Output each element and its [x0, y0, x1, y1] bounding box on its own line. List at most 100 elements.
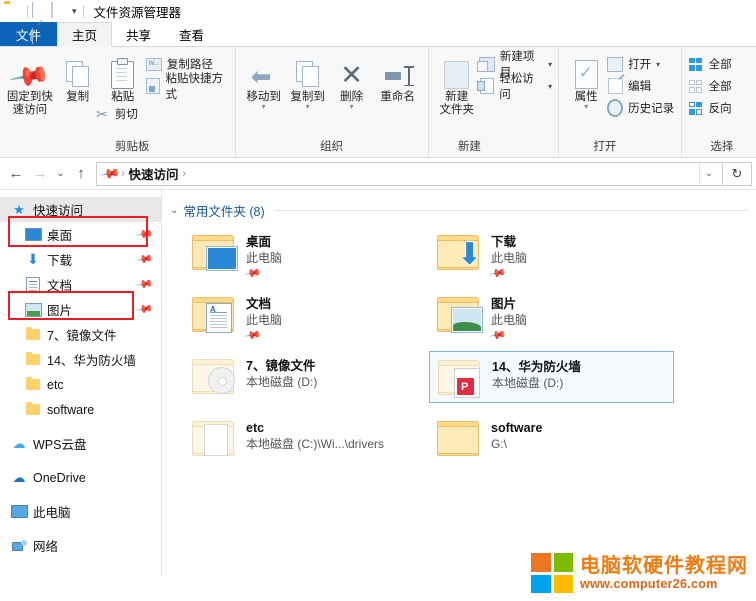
- easy-access-caret-icon[interactable]: ▾: [548, 82, 552, 91]
- edit-icon: [607, 78, 623, 94]
- sidebar-item-this-pc[interactable]: 此电脑: [0, 499, 161, 524]
- sidebar-item-documents[interactable]: 文档 📌: [0, 272, 161, 297]
- rename-icon: [384, 55, 413, 89]
- paste-button[interactable]: 粘贴: [102, 51, 144, 104]
- properties-icon[interactable]: ✓: [32, 2, 48, 44]
- easy-access-button[interactable]: 轻松访问 ▾: [476, 73, 552, 101]
- copy-to-button[interactable]: 复制到 ▾: [286, 51, 330, 111]
- chevron-down-icon[interactable]: ⌄: [170, 205, 178, 216]
- ribbon: 📌 固定到快 速访问 复制 粘贴 W... 复制路径 粘贴快捷方式 ✂ 剪切 剪…: [0, 47, 756, 158]
- rename-button[interactable]: 重命名: [374, 51, 422, 104]
- folder-pdf-icon: [436, 356, 484, 400]
- folder-icon: [435, 417, 483, 461]
- tile-documents[interactable]: 文档 此电脑 📌: [184, 289, 429, 345]
- tile-mirror-files[interactable]: 7、镜像文件 本地磁盘 (D:): [184, 351, 429, 403]
- sidebar-item-software[interactable]: software: [0, 397, 161, 422]
- forward-button[interactable]: →: [28, 162, 52, 186]
- new-item-caret-icon[interactable]: ▾: [548, 60, 552, 69]
- qat-divider-2: [82, 4, 84, 18]
- tile-downloads[interactable]: ⬇ 下载 此电脑 📌: [429, 227, 674, 283]
- open-small-buttons: 打开 ▾ 编辑 历史记录: [607, 51, 674, 117]
- copy-path-icon: W...: [145, 56, 162, 72]
- tile-desktop[interactable]: 桌面 此电脑 📌: [184, 227, 429, 283]
- ribbon-group-open: 属性 ▾ 打开 ▾ 编辑 历史记录: [558, 47, 681, 157]
- sidebar-item-huawei-firewall[interactable]: 14、华为防火墙: [0, 347, 161, 372]
- tile-software[interactable]: software G:\: [429, 413, 674, 465]
- sidebar-item-etc[interactable]: etc: [0, 372, 161, 397]
- sidebar-item-pictures[interactable]: 图片 📌: [0, 297, 161, 322]
- history-button[interactable]: 历史记录: [607, 99, 674, 117]
- back-button[interactable]: ←: [4, 162, 28, 186]
- invert-selection-icon: [688, 100, 704, 116]
- move-to-caret-icon[interactable]: ▾: [262, 103, 266, 111]
- open-button[interactable]: 打开 ▾: [607, 55, 674, 73]
- pin-icon[interactable]: 📌: [136, 275, 155, 294]
- copy-button[interactable]: 复制: [54, 51, 102, 104]
- move-to-button[interactable]: ⬅ 移动到 ▾: [242, 51, 286, 111]
- navigation-pane: ★ 快速访问 桌面 📌 ⬇ 下载 📌 文档 📌 图片 📌 7、镜像文件 14、华…: [0, 190, 162, 576]
- up-button[interactable]: ↑: [69, 162, 93, 186]
- refresh-button[interactable]: ↻: [723, 161, 752, 186]
- watermark: 电脑软硬件教程网 www.computer26.com: [531, 553, 748, 593]
- open-label: 打开: [628, 59, 652, 71]
- select-all-button[interactable]: 全部: [688, 55, 732, 73]
- sidebar-item-onedrive[interactable]: ☁ OneDrive: [0, 465, 161, 490]
- sidebar-item-desktop[interactable]: 桌面 📌: [0, 222, 161, 247]
- tab-home[interactable]: 主页: [57, 22, 113, 47]
- folder-documents-icon: [190, 293, 238, 337]
- edit-label: 编辑: [628, 81, 652, 93]
- title-bar: ✓ ▾ 文件资源管理器: [0, 0, 756, 44]
- tile-name: software: [491, 421, 543, 435]
- sidebar-item-label: 此电脑: [33, 506, 71, 520]
- breadcrumb-sep-1[interactable]: ›: [182, 168, 187, 179]
- pin-icon[interactable]: 📌: [136, 225, 155, 244]
- invert-selection-button[interactable]: 反向: [688, 99, 732, 117]
- tile-pictures[interactable]: 图片 此电脑 📌: [429, 289, 674, 345]
- sidebar-item-downloads[interactable]: ⬇ 下载 📌: [0, 247, 161, 272]
- paste-shortcut-button[interactable]: 粘贴快捷方式: [146, 73, 229, 101]
- sidebar-item-label: software: [47, 402, 95, 417]
- pin-to-quick-access-button[interactable]: 📌 固定到快 速访问: [6, 51, 54, 117]
- explorer-icon[interactable]: [4, 3, 20, 19]
- sidebar-item-mirror-files[interactable]: 7、镜像文件: [0, 322, 161, 347]
- sidebar-item-label: 7、镜像文件: [47, 329, 117, 343]
- delete-caret-icon[interactable]: ▾: [350, 103, 354, 111]
- address-field[interactable]: 📌 › 快速访问 › ⌄: [96, 161, 723, 186]
- paste-icon: [111, 55, 135, 89]
- tile-name: 桌面: [246, 235, 272, 249]
- recent-locations-button[interactable]: ⌄: [52, 162, 69, 186]
- tile-name: 7、镜像文件: [246, 359, 316, 373]
- new-group-label: 新建: [457, 141, 481, 153]
- move-to-icon: ⬅: [250, 63, 272, 91]
- copy-to-caret-icon[interactable]: ▾: [306, 103, 310, 111]
- main-area: ★ 快速访问 桌面 📌 ⬇ 下载 📌 文档 📌 图片 📌 7、镜像文件 14、华…: [0, 190, 756, 576]
- sidebar-item-quick-access[interactable]: ★ 快速访问: [0, 197, 161, 222]
- tab-share[interactable]: 共享: [112, 22, 165, 46]
- edit-button[interactable]: 编辑: [607, 77, 674, 95]
- customize-qat-caret-icon[interactable]: ▾: [72, 6, 77, 17]
- sidebar-item-wps-cloud[interactable]: ☁ WPS云盘: [0, 431, 161, 456]
- new-folder-label-2: 文件夹: [439, 104, 475, 116]
- sidebar-item-network[interactable]: 网络: [0, 533, 161, 558]
- address-dropdown-icon[interactable]: ⌄: [699, 163, 718, 184]
- new-folder-icon[interactable]: [51, 2, 67, 19]
- group-header-frequent-folders[interactable]: ⌄ 常用文件夹 (8): [162, 199, 756, 221]
- tab-view[interactable]: 查看: [165, 22, 218, 46]
- cut-button[interactable]: ✂ 剪切: [94, 105, 229, 123]
- delete-button[interactable]: ✕ 删除 ▾: [330, 51, 374, 111]
- new-folder-button[interactable]: 新建 文件夹: [435, 51, 479, 117]
- tile-etc[interactable]: etc 本地磁盘 (C:)\Wi...\drivers: [184, 413, 429, 465]
- tile-huawei-firewall[interactable]: 14、华为防火墙 本地磁盘 (D:): [429, 351, 674, 403]
- properties-button[interactable]: 属性 ▾: [565, 51, 607, 111]
- pin-icon[interactable]: 📌: [136, 250, 155, 269]
- ribbon-group-select: 全部 全部 反向 选择: [680, 47, 756, 157]
- properties-caret-icon[interactable]: ▾: [584, 103, 588, 111]
- select-none-button[interactable]: 全部: [688, 77, 732, 95]
- open-caret-icon[interactable]: ▾: [656, 60, 660, 69]
- tile-name: etc: [246, 421, 265, 435]
- breadcrumb-quick-access[interactable]: 快速访问: [126, 164, 182, 183]
- pin-icon[interactable]: 📌: [136, 300, 155, 319]
- tile-name: 文档: [246, 297, 272, 311]
- quick-access-pin-icon: 📌: [99, 162, 122, 184]
- tab-file[interactable]: 文件: [0, 22, 58, 46]
